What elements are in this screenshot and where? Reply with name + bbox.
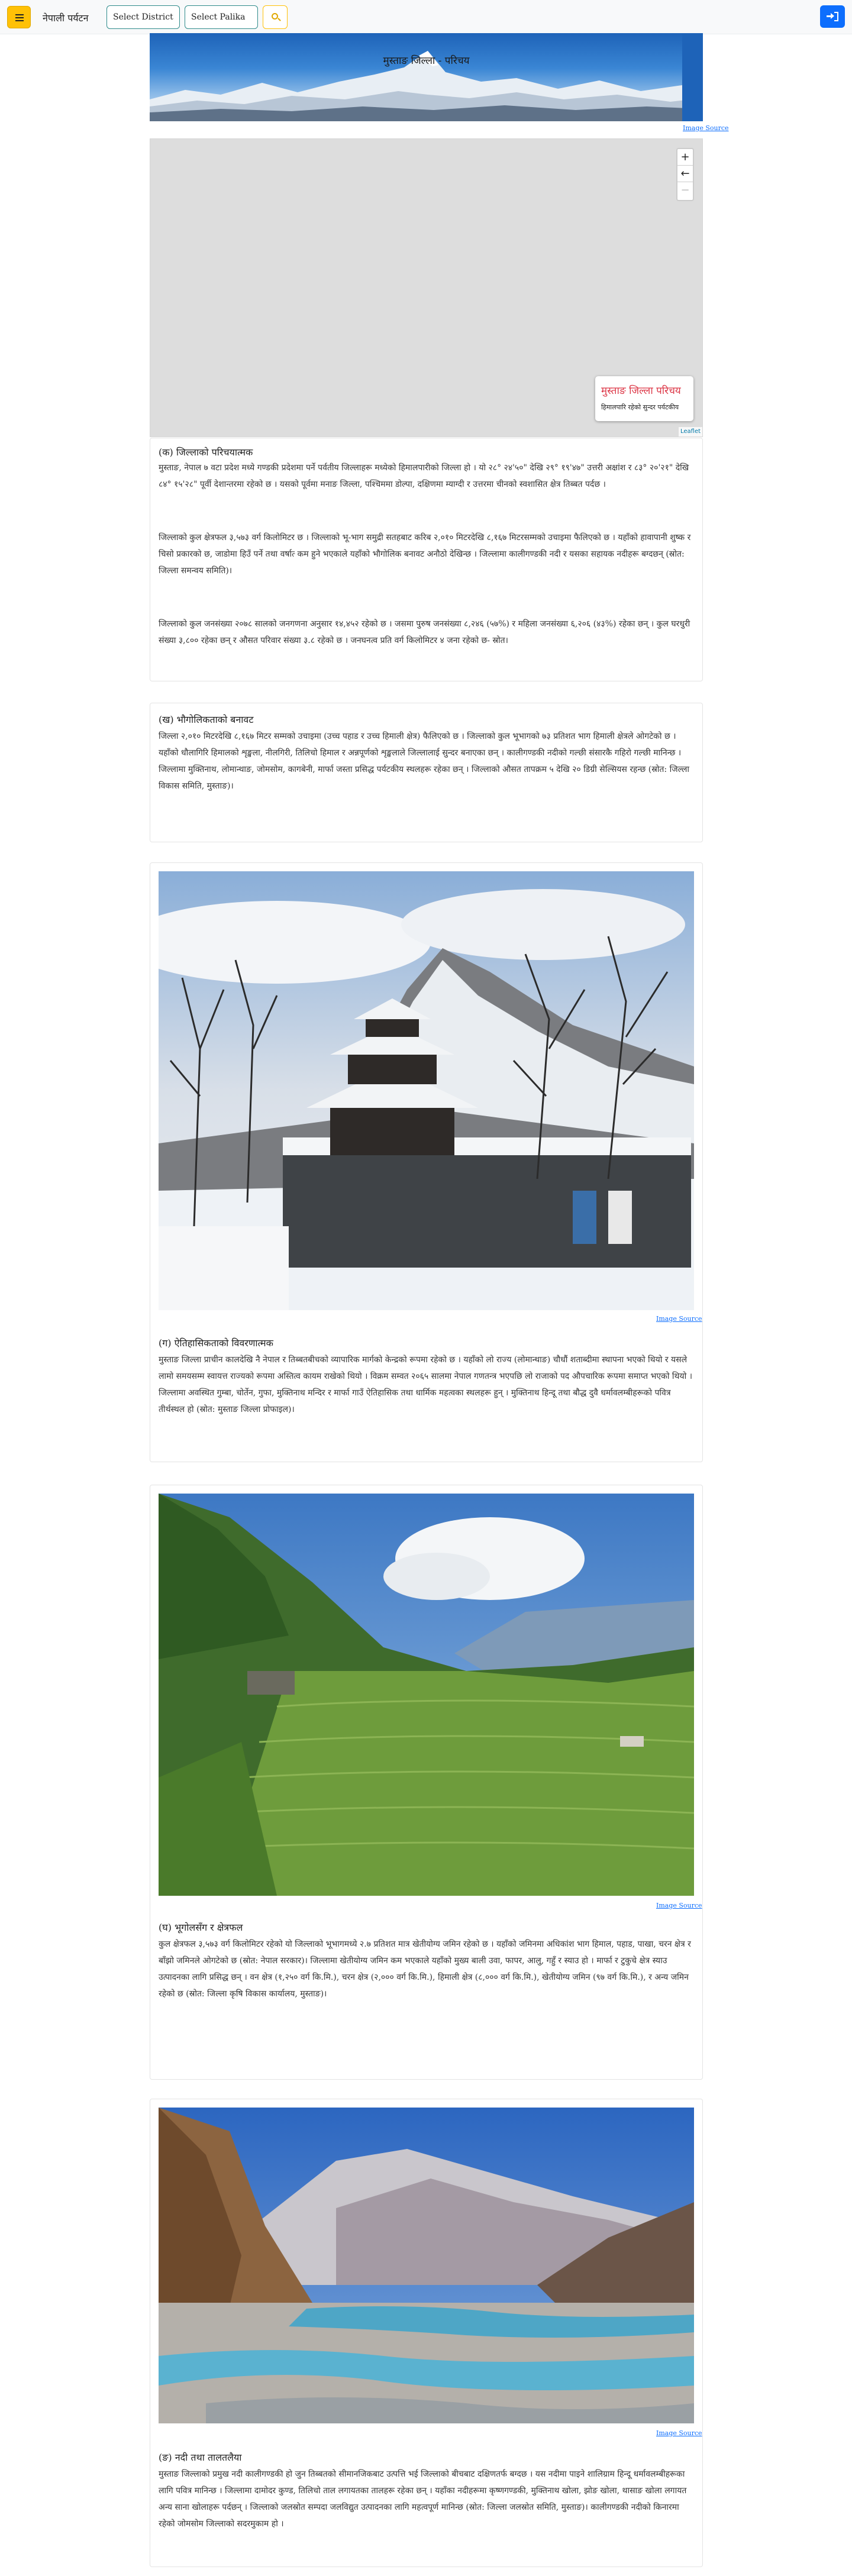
map-info-subtitle: हिमालपारि रहेको सुन्दर पर्यटकीय — [601, 403, 679, 411]
hero-edge — [682, 33, 703, 121]
menu-button[interactable] — [7, 6, 31, 28]
brand-title[interactable]: नेपाली पर्यटन — [43, 11, 89, 24]
section-paragraph: मुस्ताङ जिल्ला प्राचीन कालदेखि नै नेपाल … — [159, 1355, 692, 1414]
section-title: (ङ) नदी तथा तालतलैया — [159, 2452, 242, 2463]
back-arrow-icon[interactable]: ← — [677, 166, 693, 182]
river-valley-photo — [159, 2108, 694, 2423]
zoom-in-button[interactable]: + — [677, 149, 693, 166]
section-paragraph: मुस्ताङ, नेपाल ७ वटा प्रदेश मध्ये गण्डकी… — [159, 463, 689, 489]
rivers-image-source-link[interactable]: Image Source — [656, 2429, 702, 2437]
palika-select[interactable]: Select Palika — [185, 5, 258, 29]
section-card-geography: (ख) भौगोलिकताको बनावट जिल्ला २,०१० मिटरद… — [150, 703, 703, 842]
leaflet-attribution-link[interactable]: Leaflet — [679, 427, 702, 437]
section-card-history: Image Source (ग) ऐतिहासिकताको विवरणात्मक… — [150, 862, 703, 1462]
section-title: (ख) भौगोलिकताको बनावट — [159, 714, 254, 725]
section-title: (क) जिल्लाको परिचयात्मक — [159, 447, 253, 458]
section-title: (ग) ऐतिहासिकताको विवरणात्मक — [159, 1337, 273, 1349]
map-info-popup: मुस्ताङ जिल्ला परिचय हिमालपारि रहेको सुन… — [595, 376, 693, 421]
search-button[interactable] — [263, 5, 288, 29]
section-card-introduction: (क) जिल्लाको परिचयात्मक मुस्ताङ, नेपाल ७… — [150, 438, 703, 681]
section-paragraph: जिल्लाको कुल क्षेत्रफल ३,५७३ वर्ग किलोमि… — [159, 533, 691, 576]
map-zoom-control: + ← − — [676, 148, 694, 201]
hero-mountain-image — [150, 51, 703, 121]
hero-title: मुस्ताङ जिल्ला - परिचय — [383, 55, 470, 67]
section-title: (घ) भूगोलसँग र क्षेत्रफल — [159, 1922, 243, 1933]
terrace-farm-photo — [159, 1494, 694, 1896]
section-card-rivers: Image Source (ङ) नदी तथा तालतलैया मुस्ता… — [150, 2099, 703, 2567]
section-paragraph: जिल्लाको कुल जनसंख्या २०७८ सालको जनगणना … — [159, 619, 690, 645]
hero-banner: मुस्ताङ जिल्ला - परिचय — [150, 33, 703, 121]
district-select[interactable]: Select District — [106, 5, 180, 29]
section-paragraph: जिल्ला २,०१० मिटरदेखि ८,१६७ मिटर सम्मको … — [159, 732, 690, 791]
temple-snow-photo — [159, 871, 694, 1310]
zoom-out-button[interactable]: − — [677, 182, 693, 199]
history-image-source-link[interactable]: Image Source — [656, 1315, 702, 1323]
login-button[interactable] — [820, 5, 845, 28]
land-image-source-link[interactable]: Image Source — [656, 1902, 702, 1909]
hero-image-source-link[interactable]: Image Source — [683, 124, 729, 132]
top-navbar: नेपाली पर्यटन Select District Select Pal… — [0, 0, 852, 34]
section-card-land: Image Source (घ) भूगोलसँग र क्षेत्रफल कु… — [150, 1485, 703, 2080]
map-info-title: मुस्ताङ जिल्ला परिचय — [601, 385, 681, 397]
section-paragraph: मुस्ताङ जिल्लाको प्रमुख नदी कालीगण्डकी ह… — [159, 2470, 687, 2529]
section-paragraph: कुल क्षेत्रफल ३,५७३ वर्ग किलोमिटर रहेको … — [159, 1940, 691, 1999]
hamburger-icon — [15, 14, 24, 15]
